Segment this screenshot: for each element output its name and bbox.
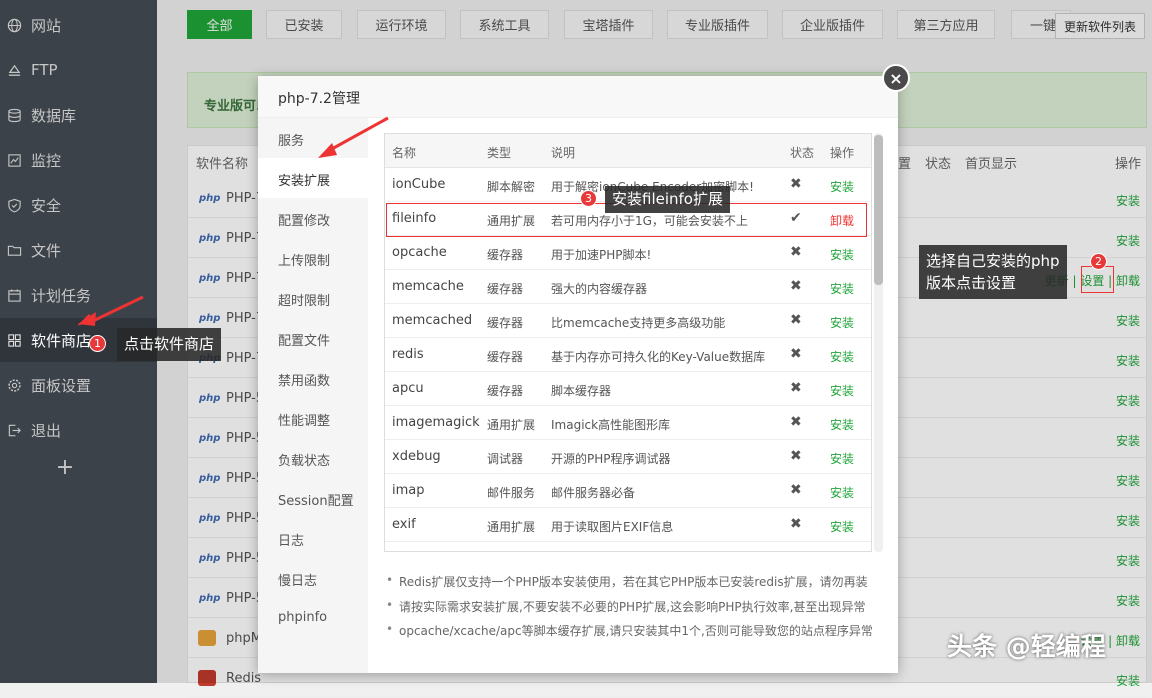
step1-label: 点击软件商店 (117, 328, 222, 361)
step2-line1: 选择自己安装的php (926, 252, 1060, 270)
step-badge: 3 (580, 190, 597, 207)
step-badge: 2 (1090, 253, 1107, 270)
step3-label: 安装fileinfo扩展 (605, 186, 730, 213)
step2-label: 选择自己安装的php 版本点击设置 (919, 245, 1067, 299)
step-badge: 1 (89, 335, 106, 352)
settings-highlight (1081, 266, 1114, 293)
arrow-icon (78, 312, 96, 326)
arrow-icon (329, 116, 389, 152)
step2-line2: 版本点击设置 (926, 274, 1017, 292)
watermark: 头条 @轻编程 (947, 632, 1106, 661)
arrow-icon (318, 143, 337, 158)
